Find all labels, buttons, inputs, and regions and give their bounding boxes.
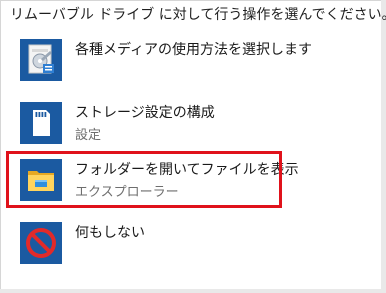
media-settings-icon: [20, 39, 62, 81]
no-action-icon: [20, 222, 62, 264]
panel-shadow-right: [381, 0, 386, 293]
highlight-box: [6, 151, 282, 208]
autoplay-prompt: リムーバブル ドライブ に対して行う操作を選んでください。: [10, 7, 386, 23]
option-choose-media-default[interactable]: 各種メディアの使用方法を選択します: [14, 35, 358, 87]
storage-card-icon: [20, 102, 62, 144]
option-take-no-action[interactable]: 何もしない: [14, 218, 358, 270]
option-configure-storage[interactable]: ストレージ設定の構成 設定: [14, 98, 358, 150]
panel-shadow-bottom: [0, 289, 386, 293]
option-title: 何もしない: [75, 225, 145, 241]
option-subtitle: 設定: [75, 128, 102, 143]
option-title: ストレージ設定の構成: [75, 105, 215, 121]
option-title: 各種メディアの使用方法を選択します: [75, 42, 313, 58]
